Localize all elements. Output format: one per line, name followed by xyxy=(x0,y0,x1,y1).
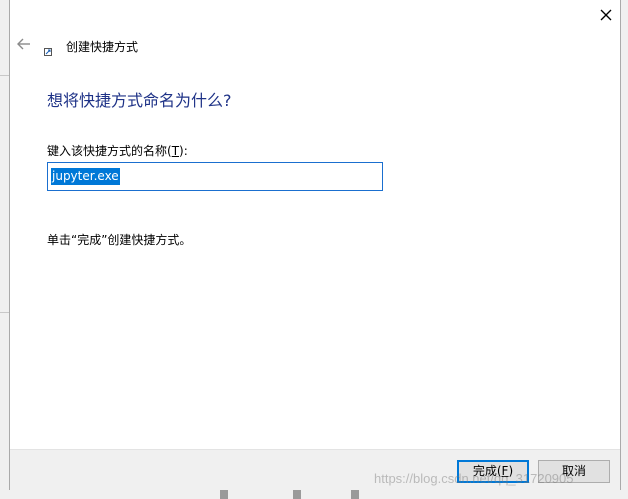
page-heading: 想将快捷方式命名为什么? xyxy=(47,91,232,110)
create-shortcut-dialog: 创建快捷方式 想将快捷方式命名为什么? 键入该快捷方式的名称(T): jupyt… xyxy=(9,0,621,490)
shortcut-name-label: 键入该快捷方式的名称(T): xyxy=(47,142,188,159)
window-title: 创建快捷方式 xyxy=(66,40,139,54)
background-mark xyxy=(220,490,228,499)
close-icon xyxy=(600,9,612,21)
background-divider xyxy=(0,312,9,313)
label-text-end: ): xyxy=(179,144,188,158)
label-accel-key: T xyxy=(171,144,180,158)
background-mark xyxy=(293,490,301,499)
back-arrow-icon xyxy=(17,38,30,50)
shortcut-name-value: jupyter.exe xyxy=(50,167,121,186)
watermark-text: https://blog.csdn.net/qq_31720905 xyxy=(374,471,574,486)
background-window-right xyxy=(621,0,628,499)
background-mark xyxy=(351,490,359,499)
label-text: 键入该快捷方式的名称( xyxy=(47,144,172,158)
back-button[interactable] xyxy=(16,36,32,52)
background-window-bottom xyxy=(0,490,628,499)
close-button[interactable] xyxy=(597,6,615,24)
shortcut-name-input[interactable]: jupyter.exe xyxy=(47,162,383,191)
background-divider xyxy=(0,75,9,76)
shortcut-icon xyxy=(44,45,52,56)
instruction-text: 单击“完成”创建快捷方式。 xyxy=(47,233,192,247)
